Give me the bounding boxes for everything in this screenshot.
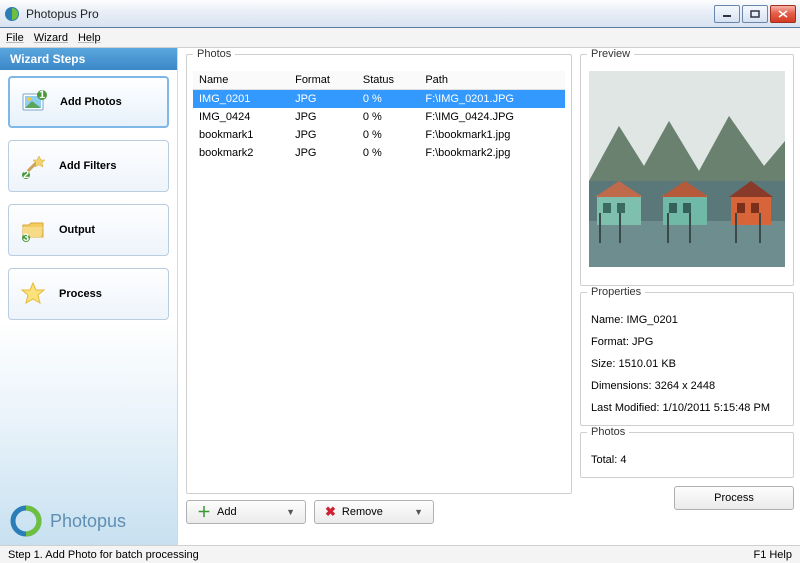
menubar: File Wizard Help (0, 28, 800, 48)
remove-button[interactable]: ✖ Remove ▼ (314, 500, 434, 524)
titlebar: Photopus Pro (0, 0, 800, 28)
photos-panel: Photos Name Format Status Path IMG_0201J… (186, 54, 572, 494)
sidebar-header: Wizard Steps (0, 48, 177, 70)
wizard-step-add-filters[interactable]: 2 Add Filters (8, 140, 169, 192)
prop-size-label: Size: (591, 358, 615, 370)
cell-format: JPG (289, 126, 357, 144)
cell-path: F:\bookmark2.jpg (419, 144, 565, 162)
app-icon (4, 6, 20, 22)
prop-modified: 1/10/2011 5:15:48 PM (663, 402, 770, 414)
add-button[interactable]: ＋ Add ▼ (186, 500, 306, 524)
col-status[interactable]: Status (357, 71, 419, 90)
cell-path: F:\IMG_0424.JPG (419, 108, 565, 126)
process-button[interactable]: Process (674, 486, 794, 510)
wand-icon: 2 (19, 152, 47, 180)
cell-status: 0 % (357, 126, 419, 144)
preview-legend: Preview (587, 48, 634, 60)
wizard-step-output[interactable]: 3 Output (8, 204, 169, 256)
star-icon (19, 280, 47, 308)
cell-path: F:\IMG_0201.JPG (419, 90, 565, 109)
photos-count-legend: Photos (587, 426, 629, 438)
add-label: Add (217, 506, 237, 518)
cell-status: 0 % (357, 108, 419, 126)
cell-name: bookmark2 (193, 144, 289, 162)
table-row[interactable]: bookmark1JPG0 %F:\bookmark1.jpg (193, 126, 565, 144)
cell-format: JPG (289, 144, 357, 162)
photos-legend: Photos (193, 48, 235, 60)
col-format[interactable]: Format (289, 71, 357, 90)
prop-name: IMG_0201 (626, 314, 677, 326)
table-row[interactable]: IMG_0424JPG0 %F:\IMG_0424.JPG (193, 108, 565, 126)
prop-name-label: Name: (591, 314, 623, 326)
sidebar: Wizard Steps 1 Add Photos 2 Add Filters … (0, 48, 178, 545)
wizard-step-label: Add Filters (59, 160, 116, 172)
cell-name: IMG_0201 (193, 90, 289, 109)
table-row[interactable]: bookmark2JPG0 %F:\bookmark2.jpg (193, 144, 565, 162)
chevron-down-icon: ▼ (286, 507, 295, 517)
maximize-button[interactable] (742, 5, 768, 23)
menu-file[interactable]: File (6, 32, 24, 44)
svg-text:1: 1 (39, 89, 45, 101)
table-row[interactable]: IMG_0201JPG0 %F:\IMG_0201.JPG (193, 90, 565, 109)
prop-modified-label: Last Modified: (591, 402, 659, 414)
cell-status: 0 % (357, 144, 419, 162)
status-text: Step 1. Add Photo for batch processing (8, 549, 199, 561)
close-button[interactable] (770, 5, 796, 23)
remove-label: Remove (342, 506, 383, 518)
photos-table[interactable]: Name Format Status Path IMG_0201JPG0 %F:… (193, 71, 565, 162)
properties-panel: Properties Name: IMG_0201 Format: JPG Si… (580, 292, 794, 426)
prop-format: JPG (632, 336, 653, 348)
app-logo: Photopus (0, 493, 177, 545)
cell-name: IMG_0424 (193, 108, 289, 126)
cell-format: JPG (289, 108, 357, 126)
cell-status: 0 % (357, 90, 419, 109)
wizard-step-label: Process (59, 288, 102, 300)
total-label: Total: (591, 454, 617, 466)
svg-text:3: 3 (23, 232, 29, 244)
preview-panel: Preview (580, 54, 794, 286)
cell-format: JPG (289, 90, 357, 109)
process-label: Process (714, 492, 754, 504)
cell-path: F:\bookmark1.jpg (419, 126, 565, 144)
col-path[interactable]: Path (419, 71, 565, 90)
prop-dimensions: 3264 x 2448 (655, 380, 716, 392)
photo-icon: 1 (20, 88, 48, 116)
menu-wizard[interactable]: Wizard (34, 32, 68, 44)
wizard-step-add-photos[interactable]: 1 Add Photos (8, 76, 169, 128)
window-title: Photopus Pro (26, 7, 714, 21)
x-icon: ✖ (325, 504, 336, 520)
prop-format-label: Format: (591, 336, 629, 348)
wizard-step-process[interactable]: Process (8, 268, 169, 320)
cell-name: bookmark1 (193, 126, 289, 144)
col-name[interactable]: Name (193, 71, 289, 90)
help-hint: F1 Help (753, 549, 792, 561)
wizard-step-label: Output (59, 224, 95, 236)
properties-legend: Properties (587, 286, 645, 298)
chevron-down-icon: ▼ (414, 507, 423, 517)
folder-icon: 3 (19, 216, 47, 244)
total-value: 4 (620, 454, 626, 466)
prop-dimensions-label: Dimensions: (591, 380, 652, 392)
svg-text:2: 2 (23, 169, 29, 180)
minimize-button[interactable] (714, 5, 740, 23)
plus-icon: ＋ (197, 502, 211, 522)
preview-image (589, 71, 785, 267)
prop-size: 1510.01 KB (619, 358, 677, 370)
statusbar: Step 1. Add Photo for batch processing F… (0, 545, 800, 563)
menu-help[interactable]: Help (78, 32, 101, 44)
app-logo-text: Photopus (50, 511, 126, 532)
wizard-step-label: Add Photos (60, 96, 122, 108)
photos-count-panel: Photos Total: 4 (580, 432, 794, 478)
